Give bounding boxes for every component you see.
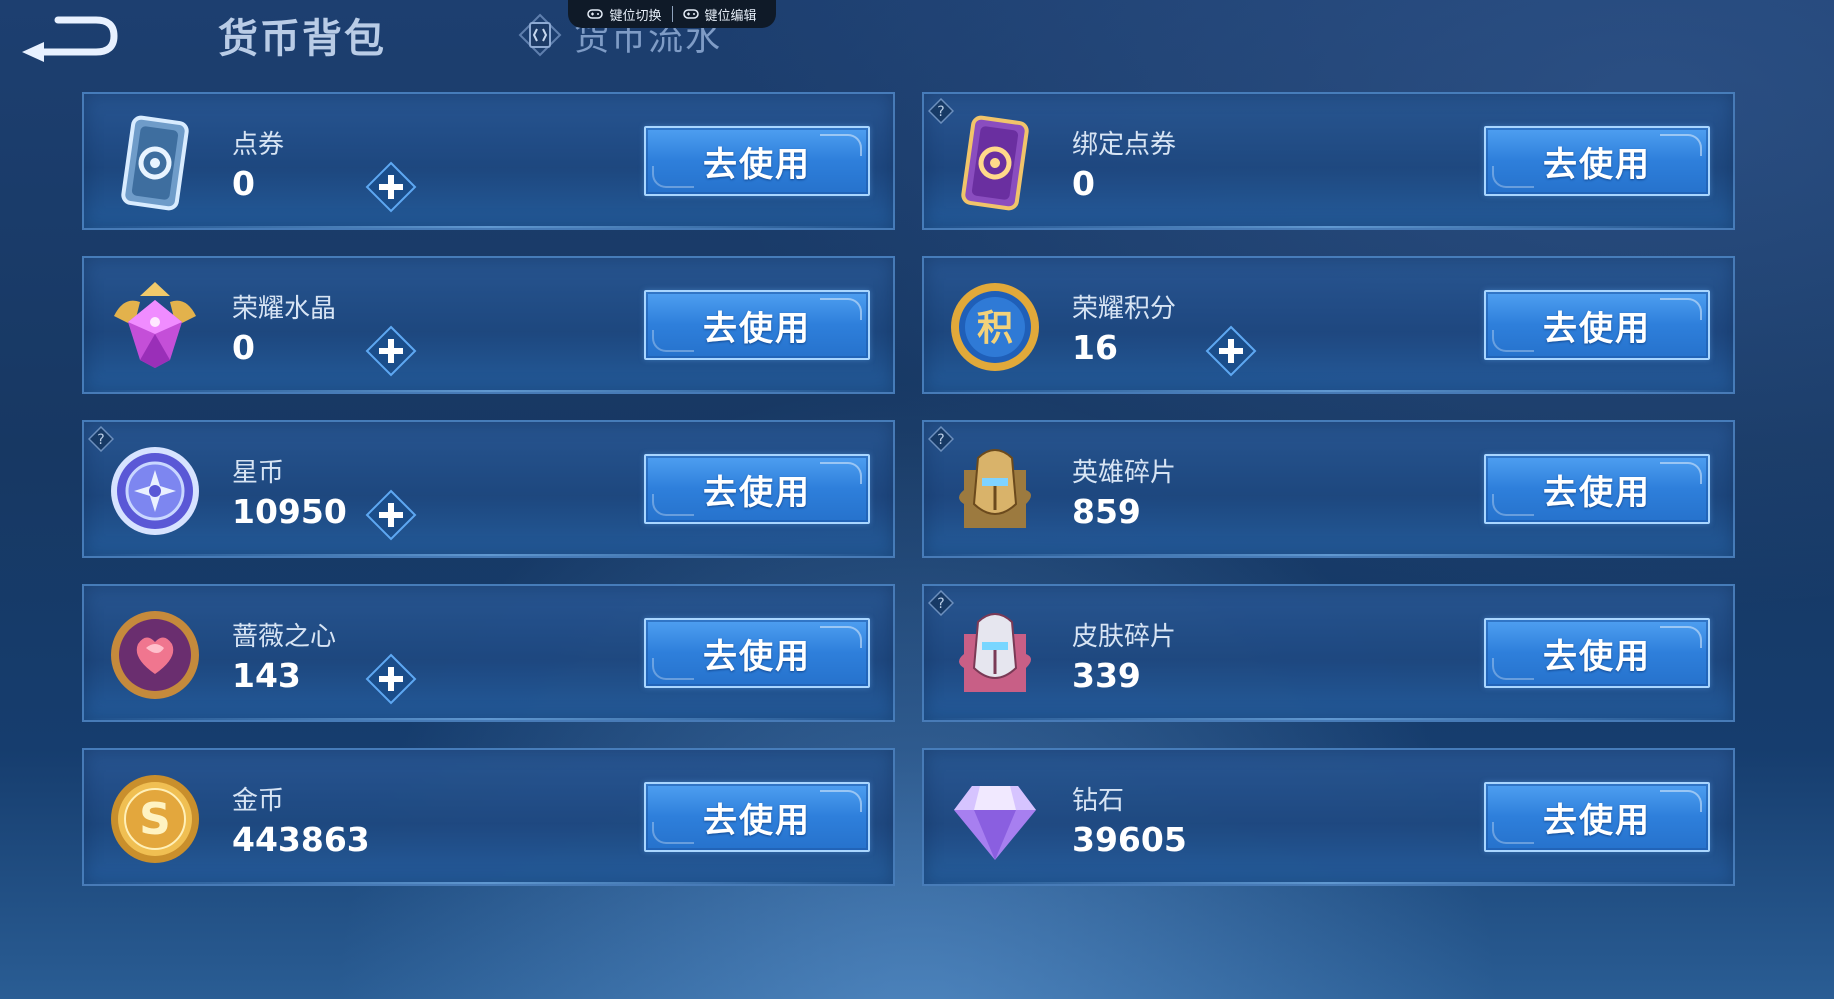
currency-name: 英雄碎片: [1072, 458, 1177, 488]
back-button[interactable]: [18, 8, 118, 62]
currency-card-bound-coupon: ? 绑定点券 0 去使用: [922, 92, 1735, 230]
use-button-label: 去使用: [1543, 636, 1651, 677]
currency-name: 荣耀积分: [1072, 294, 1177, 324]
keymap-switch-button[interactable]: 键位切换: [577, 5, 671, 24]
keymap-toolbar: 键位切换 键位编辑: [568, 0, 776, 28]
use-gold-coin-button[interactable]: 去使用: [644, 782, 870, 852]
currency-name: 星币: [232, 458, 285, 488]
currency-card-star-coin: ? 星币 10950 去使用: [82, 420, 895, 558]
gamepad-icon: [587, 9, 604, 19]
add-glory-crystal-button[interactable]: [364, 324, 418, 378]
currency-name: 荣耀水晶: [232, 294, 337, 324]
svg-text:S: S: [139, 794, 171, 845]
gamepad-icon: [682, 9, 699, 19]
use-diamond-button[interactable]: 去使用: [1484, 782, 1710, 852]
currency-card-skin-fragment: ? 皮肤碎片 339 去使用: [922, 584, 1735, 722]
use-button-label: 去使用: [703, 144, 811, 185]
currency-name: 金币: [232, 786, 285, 816]
diamond-icon: [954, 786, 1036, 860]
use-button-label: 去使用: [703, 636, 811, 677]
glory-points-icon: 积: [951, 283, 1039, 371]
currency-value: 339: [1072, 656, 1141, 695]
add-glory-points-button[interactable]: [1204, 324, 1258, 378]
add-coupon-button[interactable]: [364, 160, 418, 214]
currency-value: 39605: [1072, 820, 1187, 859]
use-button-label: 去使用: [1543, 144, 1651, 185]
use-button-label: 去使用: [1543, 308, 1651, 349]
currency-name: 点券: [232, 130, 285, 160]
skin-fragment-icon: [959, 613, 1031, 692]
hero-fragment-icon: [959, 449, 1031, 528]
glory-crystal-icon: [114, 282, 196, 368]
use-glory-crystal-button[interactable]: 去使用: [644, 290, 870, 360]
use-skin-fragment-button[interactable]: 去使用: [1484, 618, 1710, 688]
currency-card-diamond: 钻石 39605 去使用: [922, 748, 1735, 886]
currency-card-rose-heart: 蔷薇之心 143 去使用: [82, 584, 895, 722]
star-coin-icon: [111, 447, 199, 535]
currency-value: 0: [232, 164, 255, 203]
use-glory-points-button[interactable]: 去使用: [1484, 290, 1710, 360]
currency-value: 0: [232, 328, 255, 367]
currency-value: 859: [1072, 492, 1141, 531]
flow-record-icon: [518, 13, 562, 57]
currency-name: 绑定点券: [1072, 130, 1177, 160]
currency-name: 蔷薇之心: [232, 622, 337, 652]
add-star-coin-button[interactable]: [364, 488, 418, 542]
gold-coin-icon: S: [111, 775, 199, 863]
back-arrow-icon: [22, 16, 118, 62]
currency-card-glory-points: 积 荣耀积分 16 去使用: [922, 256, 1735, 394]
currency-value: 143: [232, 656, 301, 695]
use-star-coin-button[interactable]: 去使用: [644, 454, 870, 524]
keymap-edit-label: 键位编辑: [704, 8, 757, 24]
currency-card-coupon: 点券 0 去使用: [82, 92, 895, 230]
use-button-label: 去使用: [703, 800, 811, 841]
bound-coupon-card-icon: [961, 115, 1029, 211]
use-button-label: 去使用: [703, 472, 811, 513]
currency-value: 0: [1072, 164, 1095, 203]
use-coupon-button[interactable]: 去使用: [644, 126, 870, 196]
currency-value: 10950: [232, 492, 347, 531]
page-title: 货币背包: [218, 16, 386, 62]
use-hero-fragment-button[interactable]: 去使用: [1484, 454, 1710, 524]
currency-card-gold-coin: S 金币 443863 去使用: [82, 748, 895, 886]
currency-card-glory-crystal: 荣耀水晶 0 去使用: [82, 256, 895, 394]
currency-value: 16: [1072, 328, 1118, 367]
add-rose-heart-button[interactable]: [364, 652, 418, 706]
currency-name: 钻石: [1072, 786, 1125, 816]
coupon-card-icon: [121, 115, 189, 211]
svg-text:积: 积: [977, 308, 1013, 349]
currency-value: 443863: [232, 820, 370, 859]
currency-name: 皮肤碎片: [1072, 622, 1177, 652]
use-button-label: 去使用: [703, 308, 811, 349]
currency-card-hero-fragment: ? 英雄碎片 859 去使用: [922, 420, 1735, 558]
use-button-label: 去使用: [1543, 472, 1651, 513]
use-button-label: 去使用: [1543, 800, 1651, 841]
use-rose-heart-button[interactable]: 去使用: [644, 618, 870, 688]
rose-heart-icon: [111, 611, 199, 699]
keymap-edit-button[interactable]: 键位编辑: [673, 5, 767, 24]
keymap-switch-label: 键位切换: [609, 8, 662, 24]
use-bound-coupon-button[interactable]: 去使用: [1484, 126, 1710, 196]
